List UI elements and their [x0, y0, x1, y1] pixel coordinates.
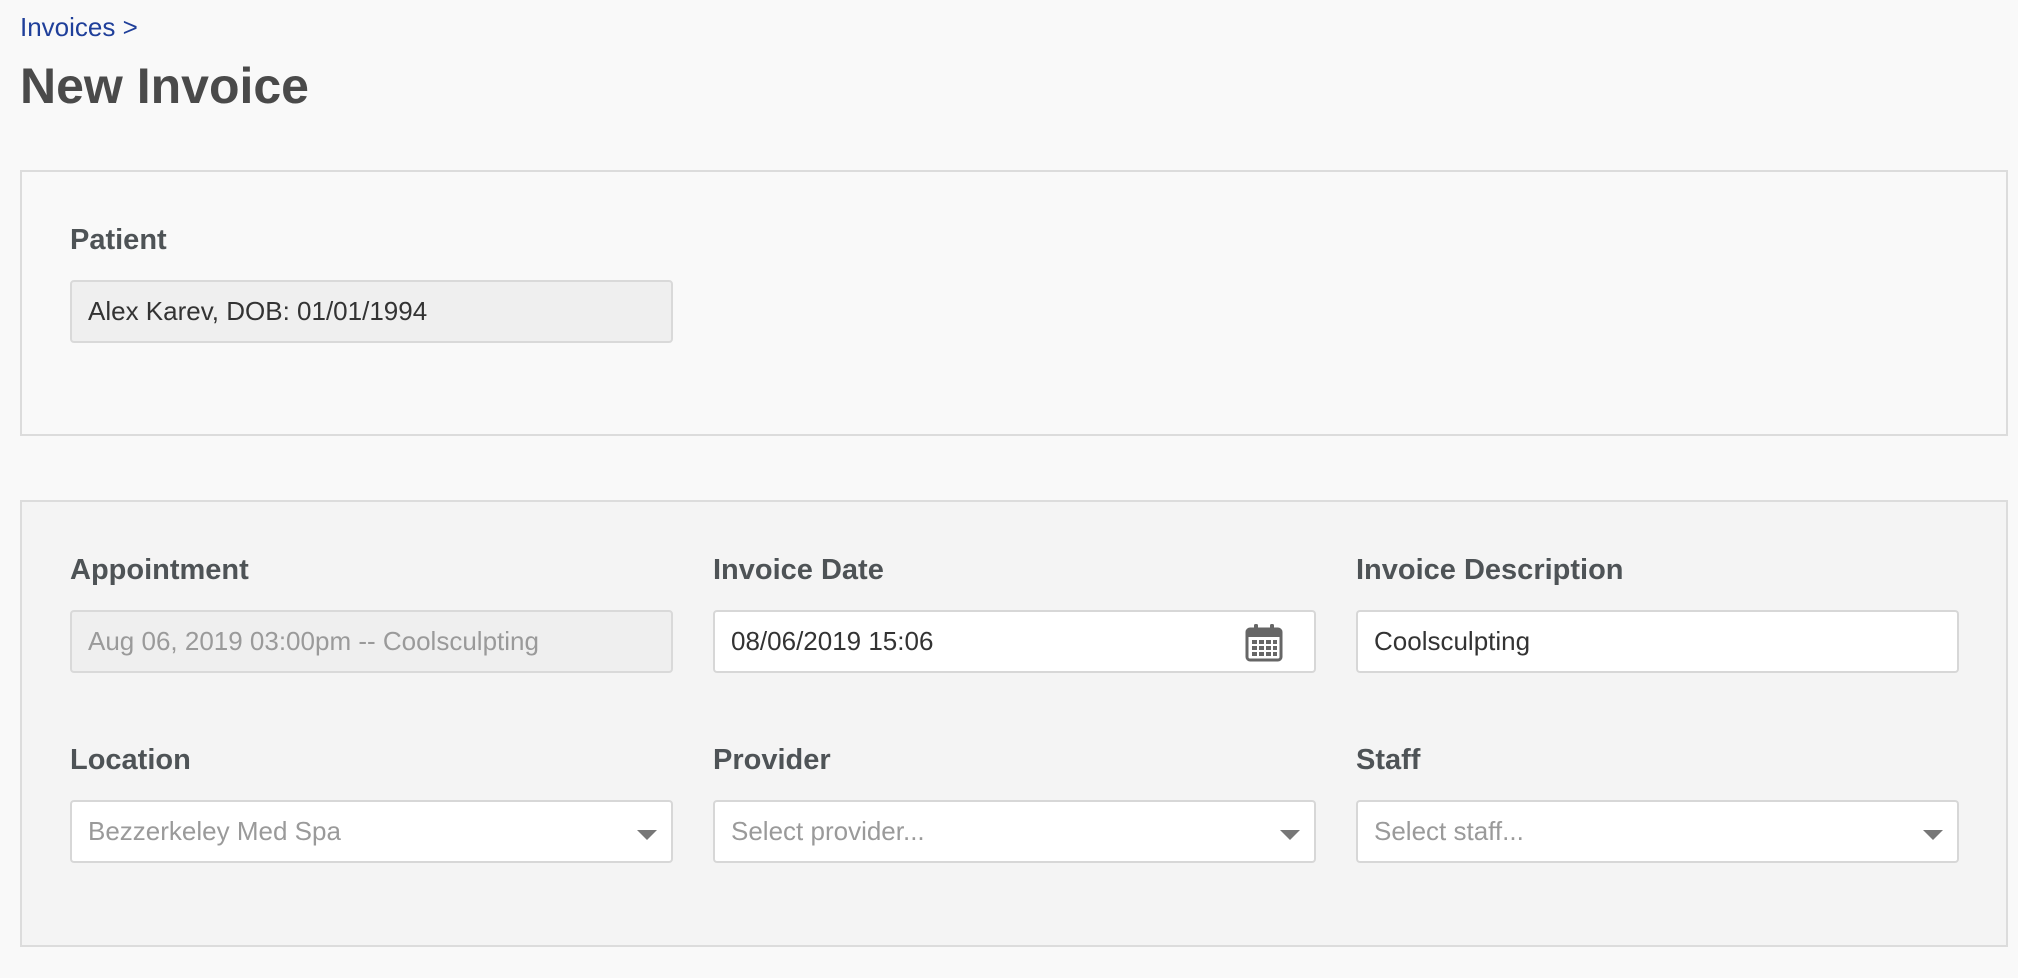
provider-placeholder: Select provider...	[731, 816, 925, 846]
appointment-field: Aug 06, 2019 03:00pm -- Coolsculpting	[70, 610, 673, 673]
appointment-label: Appointment	[70, 554, 249, 586]
page-title: New Invoice	[20, 58, 309, 114]
invoice-description-value: Coolsculpting	[1374, 626, 1531, 656]
invoice-description-label: Invoice Description	[1356, 554, 1624, 586]
invoice-description-field[interactable]: Coolsculpting	[1356, 610, 1959, 673]
patient-panel: Patient Alex Karev, DOB: 01/01/1994	[20, 170, 2008, 436]
chevron-down-icon	[1280, 830, 1300, 840]
location-select[interactable]: Bezzerkeley Med Spa	[70, 800, 673, 863]
provider-select[interactable]: Select provider...	[713, 800, 1316, 863]
invoice-date-value: 08/06/2019 15:06	[731, 626, 934, 656]
appointment-value: Aug 06, 2019 03:00pm -- Coolsculpting	[88, 626, 539, 656]
staff-placeholder: Select staff...	[1374, 816, 1524, 846]
staff-label: Staff	[1356, 744, 1421, 776]
chevron-down-icon	[637, 830, 657, 840]
provider-label: Provider	[713, 744, 831, 776]
breadcrumb-invoices-link[interactable]: Invoices >	[20, 10, 138, 44]
invoice-date-label: Invoice Date	[713, 554, 884, 586]
invoice-details-panel: Appointment Aug 06, 2019 03:00pm -- Cool…	[20, 500, 2008, 947]
calendar-icon[interactable]	[1244, 623, 1284, 663]
invoice-date-field[interactable]: 08/06/2019 15:06	[713, 610, 1316, 673]
location-label: Location	[70, 744, 191, 776]
location-value: Bezzerkeley Med Spa	[88, 816, 341, 846]
staff-select[interactable]: Select staff...	[1356, 800, 1959, 863]
patient-field: Alex Karev, DOB: 01/01/1994	[70, 280, 673, 343]
patient-value: Alex Karev, DOB: 01/01/1994	[88, 296, 428, 326]
patient-label: Patient	[70, 224, 167, 256]
chevron-down-icon	[1923, 830, 1943, 840]
